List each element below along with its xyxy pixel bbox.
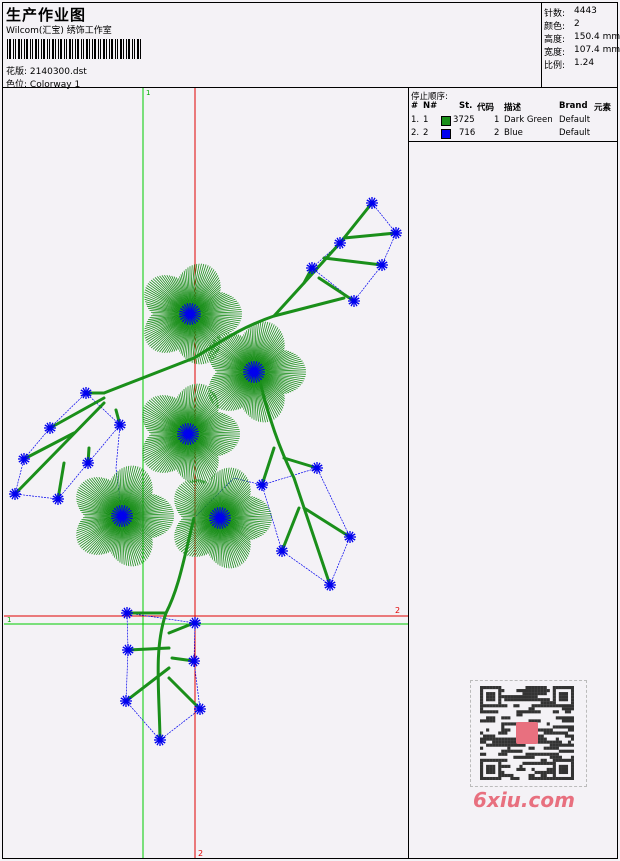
barcode [7,39,141,59]
stitch-dot [154,734,166,746]
stat-stitches: 针数: 4443 [544,6,597,19]
stitch-dot [114,419,126,431]
guide-label-right: 2 [395,606,400,615]
qr-code [480,686,574,780]
studio-name: Wilcom(汇宝) 绣饰工作室 [6,26,112,36]
stop-panel-divider [409,141,617,142]
design-value: 2140300.dst [29,67,87,77]
stitch-dot [44,422,56,434]
watermark: 6xiu.com [473,788,575,812]
flower [208,321,306,423]
side-divider [408,88,409,858]
stop-row: 1. 1 3725 1 Dark Green Default [411,115,591,126]
flower [76,465,174,567]
stitch-dot [390,227,402,239]
design-label: 花版: [6,67,28,77]
guide-label-bottom: 2 [198,849,203,858]
stitch-dot [121,607,133,619]
stitch-dot [376,259,388,271]
stop-sequence-panel: 停止顺序: # N# St. 代码 描述 Brand 元素 1. 1 3725 … [409,88,617,142]
stat-colors: 颜色: 2 [544,19,580,32]
stat-width: 宽度: 107.4 mm [544,45,620,58]
stitch-dot [311,462,323,474]
stitch-dot [122,644,134,656]
stitch-dot [18,453,30,465]
stop-row: 2. 2 716 2 Blue Default [411,128,591,139]
stitch-dot [276,545,288,557]
design-line: 花版: 2140300.dst [6,64,87,77]
stats-panel: 针数: 4443 颜色: 2 高度: 150.4 mm 宽度: 107.4 mm 比例:… [541,3,620,87]
stitch-dot [256,479,268,491]
stitch-dot [189,617,201,629]
stat-scale: 比例: 1.24 [544,58,595,71]
stitch-dot [82,457,94,469]
stitch-dot [324,579,336,591]
stitch-dot [188,655,200,667]
blue-stitch-dots [9,197,402,746]
header: 生产作业图 Wilcom(汇宝) 绣饰工作室 花版: 2140300.dst 色… [3,3,540,90]
flower [144,263,242,365]
stitch-dot [52,493,64,505]
blue-jump-paths [14,202,397,741]
design-canvas: 1 1 2 2 [4,88,408,858]
stat-height: 高度: 150.4 mm [544,32,620,45]
stop-sequence-header: # N# St. 代码 描述 Brand 元素 [411,101,612,113]
color-swatch-blue [441,129,451,139]
guide-label-left: 1 [7,616,11,624]
guide-label-top: 1 [146,89,150,97]
page-title: 生产作业图 [6,6,87,24]
color-swatch-green [441,116,451,126]
flower [142,383,240,485]
